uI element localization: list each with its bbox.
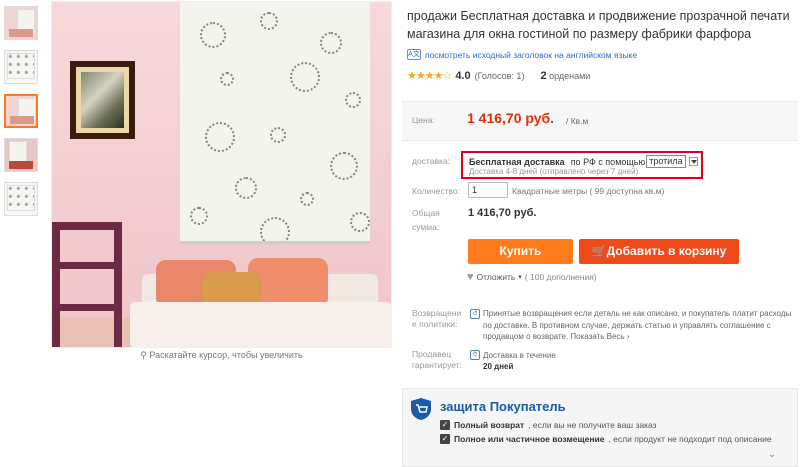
thumbnail-list bbox=[4, 6, 40, 226]
rating-score: 4.0 bbox=[455, 69, 471, 82]
quantity-note: Квадратные метры ( 99 доступна кв.м) bbox=[512, 186, 665, 196]
check-icon: ✓ bbox=[440, 420, 450, 430]
rating-stars: ★★★★☆ bbox=[407, 70, 452, 82]
blind-pattern-circle bbox=[330, 152, 358, 180]
total-value: 1 416,70 руб. bbox=[468, 207, 537, 219]
price-label: Цена: bbox=[412, 115, 435, 125]
rating-votes[interactable]: (Голосов: 1) bbox=[475, 71, 525, 81]
blind-pattern-circle bbox=[200, 22, 226, 48]
blind-pattern-circle bbox=[235, 177, 257, 199]
blind-pattern-circle bbox=[320, 32, 342, 54]
thumbnail-5[interactable] bbox=[4, 182, 38, 216]
main-product-image[interactable] bbox=[51, 1, 392, 348]
chevron-down-icon[interactable]: ⌄ bbox=[768, 449, 776, 460]
returns-label-line1: Возвращени bbox=[412, 308, 462, 318]
wishlist-count: ( 100 дополнения) bbox=[524, 272, 597, 282]
blind-pattern-circle bbox=[260, 217, 290, 241]
shelf-unit bbox=[52, 222, 122, 347]
cart-icon: 🛒 bbox=[591, 244, 607, 258]
chevron-down-icon: ▾ bbox=[518, 274, 522, 281]
buyer-protection-title: защита Покупатель bbox=[440, 399, 566, 414]
chevron-down-icon[interactable] bbox=[688, 157, 698, 166]
guarantee-label-line1: Продавец bbox=[412, 349, 452, 359]
check-icon: ✓ bbox=[440, 434, 450, 444]
blind-pattern-circle bbox=[300, 192, 314, 206]
zoom-hint: ⚲ Раскатайте курсор, чтобы увеличить bbox=[140, 350, 303, 360]
quantity-label: Количество: bbox=[412, 186, 461, 196]
returns-policy-icon: ↺ bbox=[470, 309, 480, 319]
returns-policy-text: Принятые возвращения если деталь не как … bbox=[483, 309, 792, 341]
translate-icon: A文 bbox=[407, 49, 421, 60]
total-label-line2: сумма: bbox=[412, 222, 440, 232]
thumbnail-2[interactable] bbox=[4, 50, 38, 84]
buy-button[interactable]: Купить bbox=[468, 239, 573, 264]
guarantee-text: Доставка в течение 20 дней bbox=[483, 351, 556, 371]
product-title: продажи Бесплатная доставка и продвижени… bbox=[407, 9, 790, 41]
shield-cart-icon bbox=[411, 398, 431, 420]
wall-picture-frame bbox=[70, 61, 135, 139]
blind-pattern-circle bbox=[205, 122, 235, 152]
returns-label-line2: е политики: bbox=[412, 319, 458, 329]
heart-icon: ♥ bbox=[467, 271, 474, 283]
shipping-method-select[interactable]: тротила bbox=[646, 155, 686, 168]
blind-pattern-circle bbox=[290, 62, 320, 92]
blind-pattern-circle bbox=[220, 72, 234, 86]
protection-row-full-refund: ✓ Полный возврат, если вы не получите ва… bbox=[440, 420, 657, 430]
orders-count: 2 орденами bbox=[540, 69, 591, 82]
protection-row-partial-refund: ✓ Полное или частичное возмещение, если … bbox=[440, 434, 772, 444]
delivery-guarantee-icon: ⏱ bbox=[470, 350, 480, 360]
shipping-label: доставка: bbox=[412, 156, 450, 166]
chevron-right-icon[interactable]: › bbox=[627, 332, 630, 341]
blind-pattern-circle bbox=[260, 12, 278, 30]
blind-pattern-circle bbox=[350, 212, 370, 232]
rating-bar: ★★★★☆ 4.0 (Голосов: 1) 2 орденами bbox=[407, 69, 591, 83]
thumbnail-4[interactable] bbox=[4, 138, 38, 172]
blind-pattern-circle bbox=[190, 207, 208, 225]
original-title-link[interactable]: A文 посмотреть исходный заголовок на англ… bbox=[407, 49, 637, 60]
thumbnail-1[interactable] bbox=[4, 6, 38, 40]
wishlist[interactable]: ♥ Отложить ▾ ( 100 дополнения) bbox=[467, 271, 597, 283]
guarantee-label-line2: гарантирует: bbox=[412, 360, 462, 370]
quantity-input[interactable]: 1 bbox=[468, 182, 508, 198]
blind-pattern-circle bbox=[270, 127, 286, 143]
add-to-cart-button[interactable]: 🛒Добавить в корзину bbox=[579, 239, 739, 264]
wishlist-button[interactable]: Отложить bbox=[477, 272, 516, 282]
product-page: ⚲ Раскатайте курсор, чтобы увеличить про… bbox=[0, 0, 800, 467]
blind-pattern-circle bbox=[345, 92, 361, 108]
price-box bbox=[402, 101, 798, 141]
roller-blind bbox=[180, 2, 370, 244]
price-value: 1 416,70 руб. bbox=[467, 110, 555, 126]
price-unit: / Кв.м bbox=[566, 116, 589, 126]
thumbnail-3[interactable] bbox=[4, 94, 38, 128]
total-label-line1: Общая bbox=[412, 208, 440, 218]
shipping-eta: Доставка 4-8 дней (отправлено через 7 дн… bbox=[469, 167, 639, 176]
